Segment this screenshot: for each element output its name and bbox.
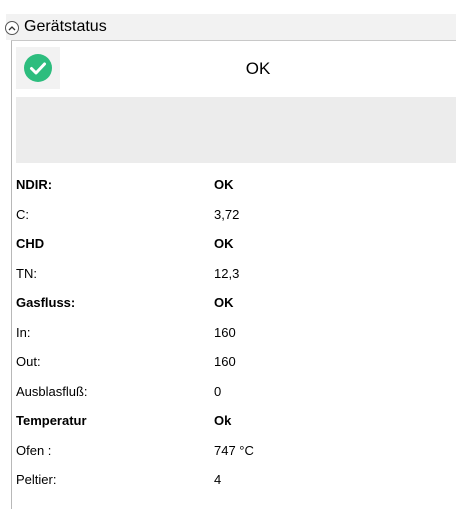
- row-label: NDIR:: [16, 177, 53, 192]
- row-label: Ausblasfluß:: [16, 384, 88, 399]
- row-temperatur: Temperatur Ok: [16, 406, 456, 435]
- group-border-top: [11, 40, 456, 41]
- row-value: OK: [214, 295, 234, 310]
- row-value: Ok: [214, 413, 232, 428]
- row-value: 747 °C: [214, 443, 254, 458]
- row-value: 4: [214, 472, 222, 487]
- row-value: 160: [214, 354, 236, 369]
- group-header: Gerätstatus: [0, 0, 456, 40]
- row-value: 3,72: [214, 207, 240, 222]
- row-label: Out:: [16, 354, 41, 369]
- row-label: Temperatur: [16, 413, 87, 428]
- row-chd: CHD OK: [16, 229, 456, 258]
- row-value: 0: [214, 384, 222, 399]
- row-label: In:: [16, 325, 31, 340]
- check-circle-icon: [24, 54, 52, 82]
- row-peltier: Peltier: 4: [16, 465, 456, 494]
- row-ausblasfluss: Ausblasfluß: 0: [16, 377, 456, 406]
- message-panel: [16, 97, 456, 163]
- row-out: Out: 160: [16, 347, 456, 376]
- row-label: CHD: [16, 236, 45, 251]
- row-c: C: 3,72: [16, 200, 456, 229]
- row-label: Peltier:: [16, 472, 57, 487]
- row-ndir: NDIR: OK: [16, 170, 456, 199]
- row-gasfluss: Gasfluss: OK: [16, 288, 456, 317]
- row-label: Gasfluss:: [16, 295, 76, 310]
- row-ofen: Ofen : 747 °C: [16, 436, 456, 465]
- row-value: 160: [214, 325, 236, 340]
- chevron-up-circle-icon[interactable]: [5, 21, 19, 35]
- row-in: In: 160: [16, 318, 456, 347]
- group-border-left: [11, 40, 12, 509]
- group-title: Gerätstatus: [24, 18, 107, 35]
- row-label: Ofen :: [16, 443, 52, 458]
- row-value: OK: [214, 236, 234, 251]
- row-value: 12,3: [214, 266, 240, 281]
- status-text: OK: [245, 59, 271, 78]
- row-tn: TN: 12,3: [16, 259, 456, 288]
- status-icon-container: [16, 47, 60, 89]
- row-label: C:: [16, 207, 29, 222]
- row-value: OK: [214, 177, 234, 192]
- row-label: TN:: [16, 266, 37, 281]
